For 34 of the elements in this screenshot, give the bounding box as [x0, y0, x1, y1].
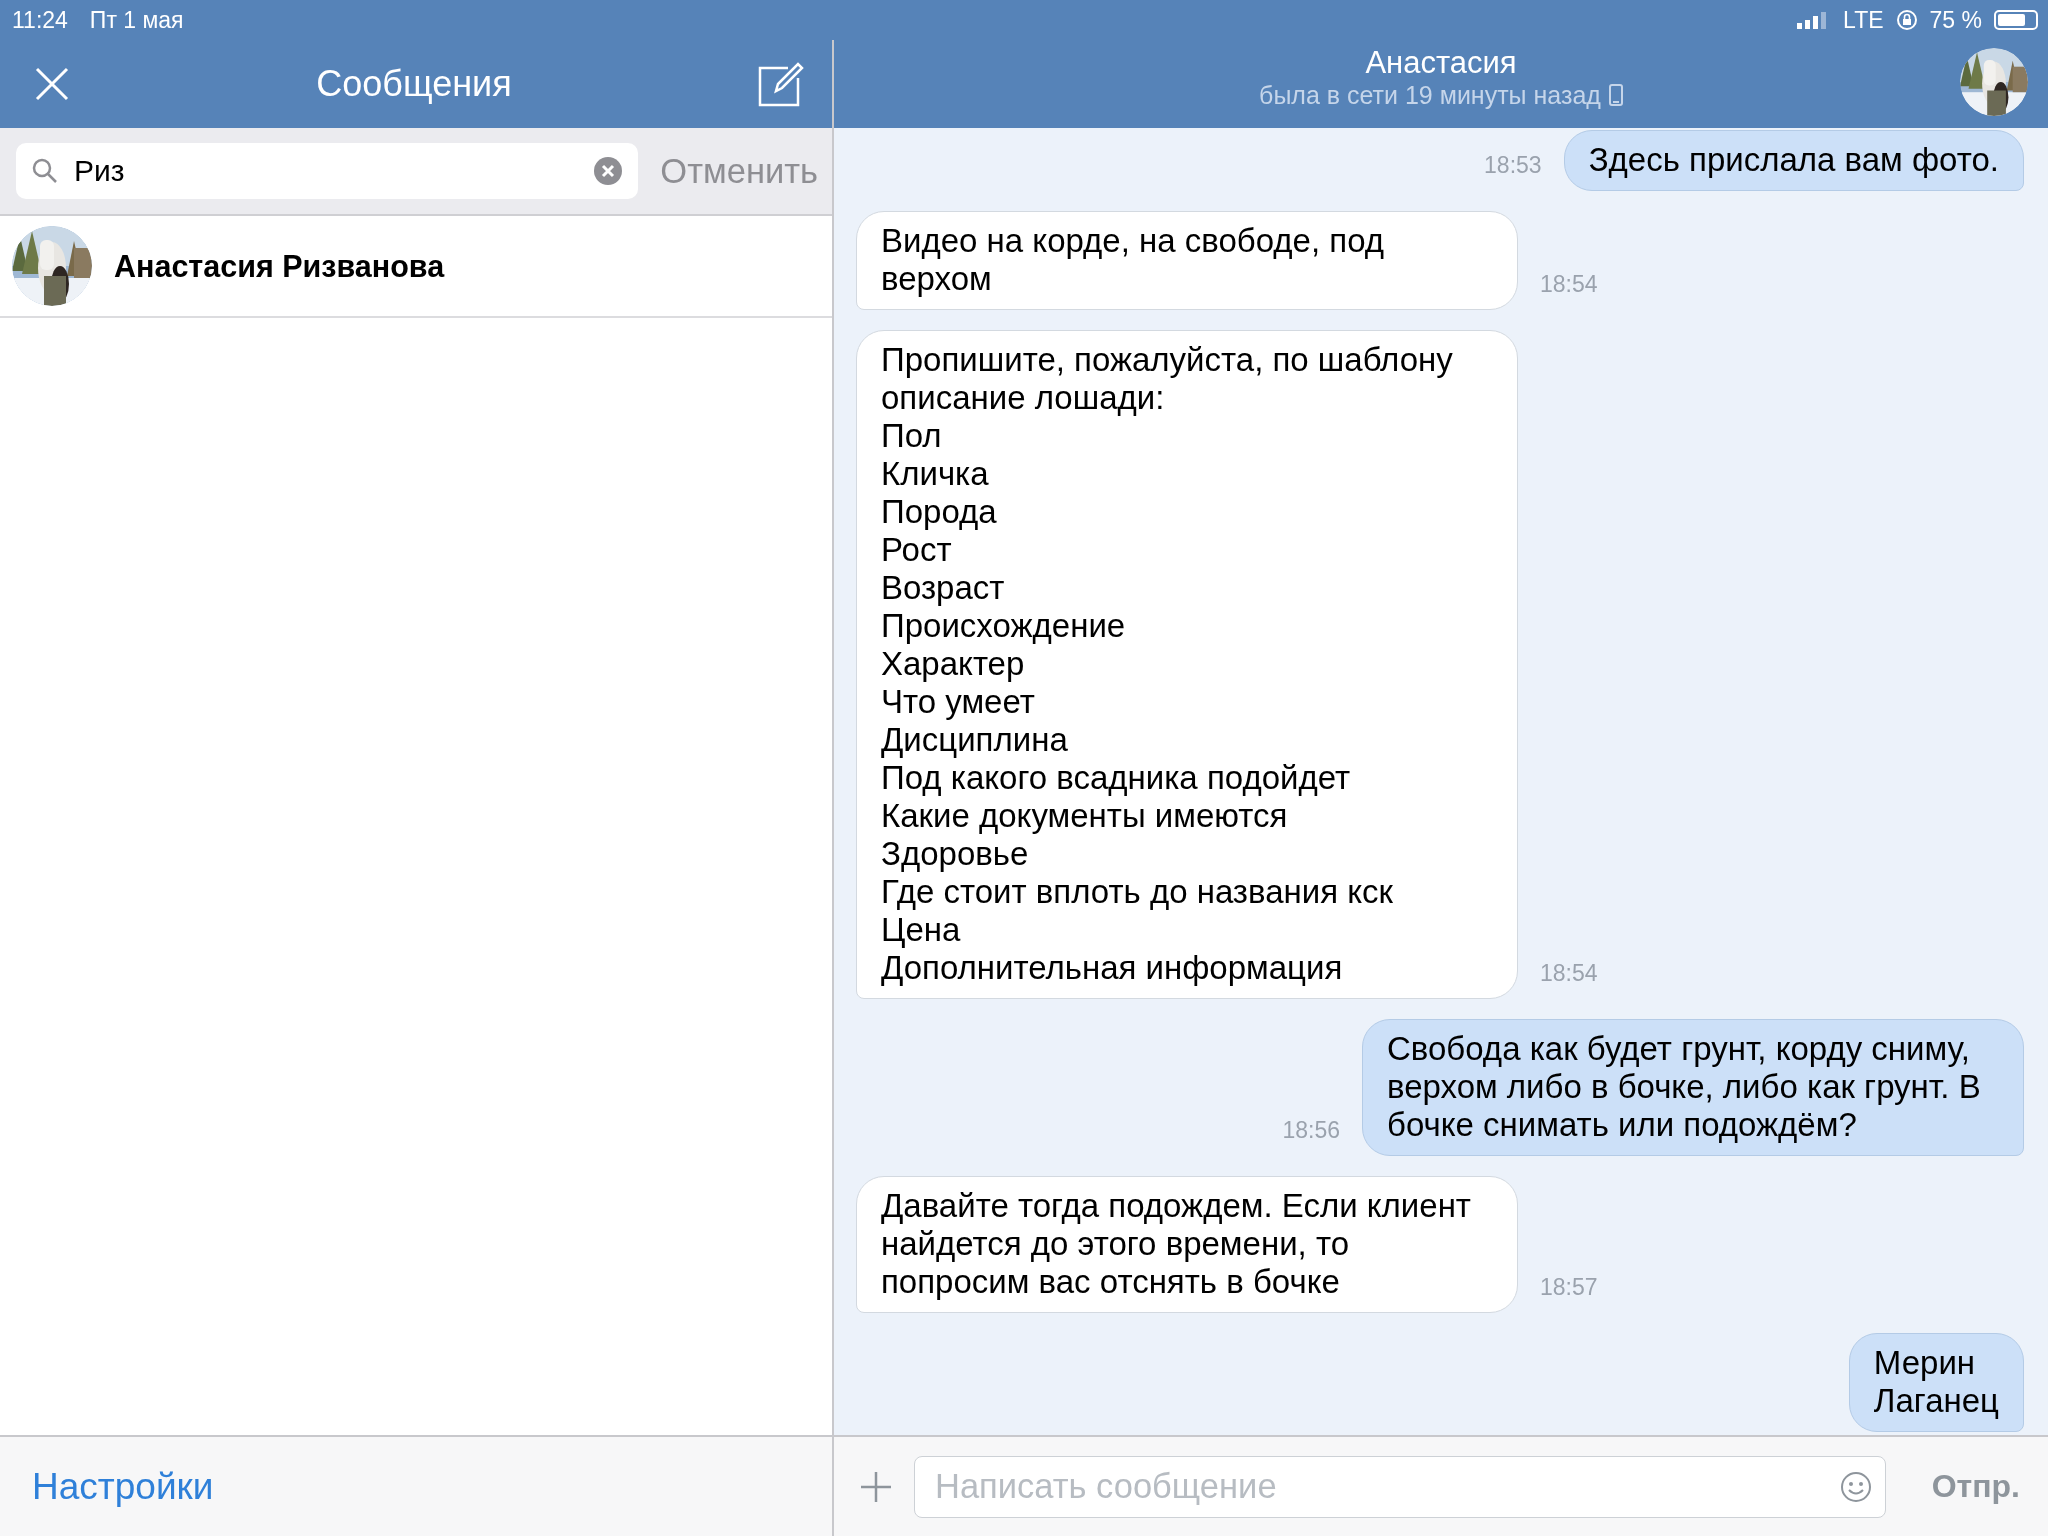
chat-title: Анастасия — [1365, 44, 1517, 81]
message-time: 18:54 — [1540, 271, 1598, 299]
contact-row[interactable]: Анастасия Ризванова — [0, 216, 832, 318]
search-field[interactable]: Риз — [16, 143, 639, 199]
compose-icon[interactable] — [758, 61, 804, 107]
cancel-button[interactable]: Отменить — [660, 151, 818, 191]
phone-icon — [1608, 84, 1623, 106]
status-date: Пт 1 мая — [89, 6, 184, 34]
settings-link[interactable]: Настройки — [32, 1465, 214, 1508]
battery-icon — [1994, 10, 2038, 30]
message-time: 18:56 — [1282, 1117, 1340, 1145]
battery-percent: 75 % — [1929, 6, 1982, 34]
message-time: 18:53 — [1484, 152, 1542, 180]
rotation-lock-icon — [1895, 9, 1918, 31]
message-bubble: Свобода как будет грунт, корду сниму, верхом либо в бочке, либо как грунт. В бочке снимать или подождём? — [1362, 1019, 2024, 1156]
message-field[interactable]: Написать сообщение — [914, 1455, 1886, 1518]
clear-icon[interactable] — [594, 157, 623, 185]
message-time: 18:54 — [1540, 960, 1598, 988]
message-bubble: Здесь прислала вам фото. — [1563, 130, 2024, 191]
add-icon[interactable] — [860, 1470, 892, 1503]
send-button[interactable]: Отпр. — [1907, 1468, 2020, 1505]
message-bubble: Мерин Лаганец — [1848, 1333, 2024, 1432]
sidebar-title: Сообщения — [316, 63, 512, 105]
smiley-icon[interactable] — [1839, 1470, 1872, 1503]
last-seen-text: была в сети 19 минуты назад — [1259, 80, 1601, 110]
network-label: LTE — [1843, 6, 1884, 34]
search-icon — [32, 158, 58, 184]
message-bubble: Пропишите, пожалуйста, по шаблону описание лошади: Пол Кличка Порода Рост Возраст Происхождение Характер Что умеет Дисциплина Под какого всадника подойдет Какие документы имеются Здоровье Где стоит вплоть до названия кск Цена Дополнительная информация — [856, 330, 1518, 999]
message-bubble: Видео на корде, на свободе, под верхом — [856, 211, 1518, 310]
message-bubble: Давайте тогда подождем. Если клиент найдется до этого времени, то попросим вас отснять в бочке — [856, 1176, 1518, 1313]
close-icon[interactable] — [34, 66, 70, 102]
status-time: 11:24 — [12, 6, 68, 34]
message-time: 18:57 — [1540, 1274, 1598, 1302]
contact-name: Анастасия Ризванова — [114, 248, 445, 284]
